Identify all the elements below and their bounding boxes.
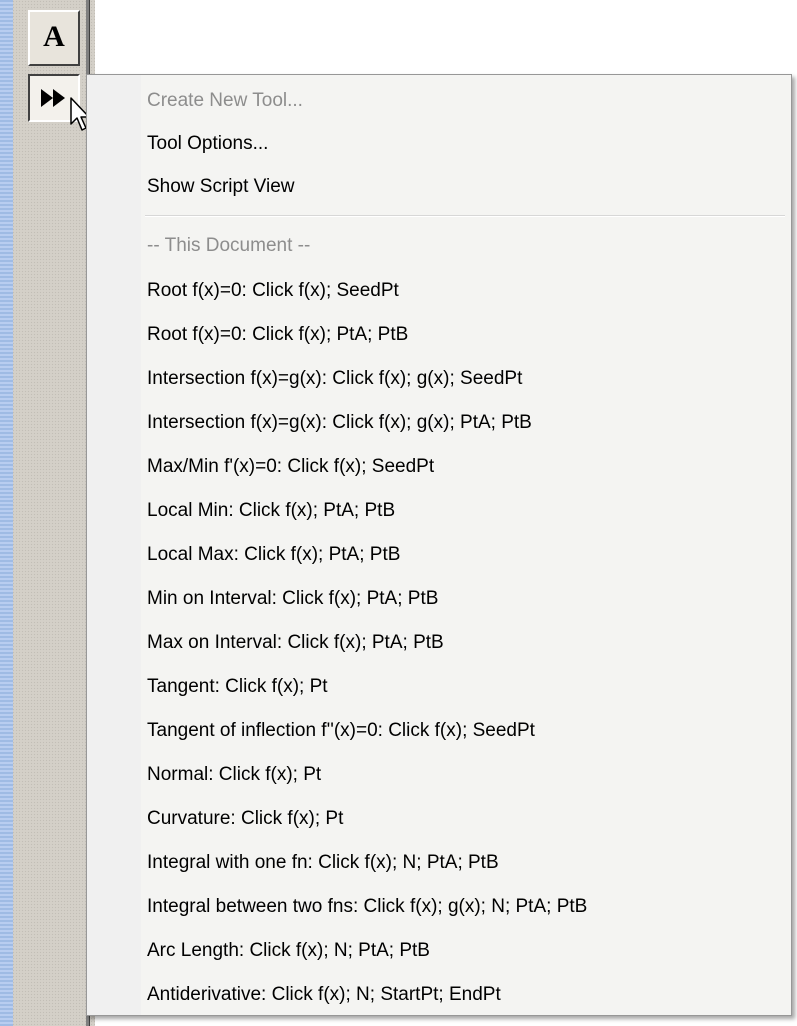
fast-forward-icon [41,89,65,107]
menu-item-tool[interactable]: Antiderivative: Click f(x); N; StartPt; … [147,977,501,1013]
menu-item-tool[interactable]: Intersection f(x)=g(x): Click f(x); g(x)… [147,361,522,397]
text-tool-button[interactable]: A [28,10,80,66]
menu-item-tool[interactable]: Max/Min f'(x)=0: Click f(x); SeedPt [147,449,434,485]
menu-item-tool[interactable]: Integral between two fns: Click f(x); g(… [147,889,587,925]
custom-tools-menu: Create New Tool... Tool Options... Show … [86,74,792,1016]
menu-item-tool[interactable]: Arc Length: Click f(x); N; PtA; PtB [147,933,430,969]
menu-item-show-script-view[interactable]: Show Script View [147,169,295,205]
menu-separator [145,215,785,217]
tools-toolbar: A [0,0,95,1026]
menu-item-tool[interactable]: Min on Interval: Click f(x); PtA; PtB [147,581,438,617]
menu-icon-gutter [87,75,141,1015]
menu-item-tool[interactable]: Local Min: Click f(x); PtA; PtB [147,493,395,529]
menu-item-tool[interactable]: Root f(x)=0: Click f(x); PtA; PtB [147,317,408,353]
menu-item-tool[interactable]: Intersection f(x)=g(x): Click f(x); g(x)… [147,405,532,441]
menu-item-tool-options[interactable]: Tool Options... [147,126,268,162]
menu-item-tool[interactable]: Curvature: Click f(x); Pt [147,801,343,837]
menu-item-tool[interactable]: Tangent of inflection f''(x)=0: Click f(… [147,713,535,749]
menu-item-tool[interactable]: Root f(x)=0: Click f(x); SeedPt [147,273,399,309]
menu-section-header: -- This Document -- [147,235,311,256]
menu-item-tool[interactable]: Max on Interval: Click f(x); PtA; PtB [147,625,444,661]
menu-item-create-new-tool[interactable]: Create New Tool... [147,83,303,119]
text-tool-label: A [43,20,65,53]
menu-item-tool[interactable]: Integral with one fn: Click f(x); N; PtA… [147,845,499,881]
menu-item-tool[interactable]: Local Max: Click f(x); PtA; PtB [147,537,400,573]
menu-item-tool[interactable]: Tangent: Click f(x); Pt [147,669,328,705]
menu-item-tool[interactable]: Normal: Click f(x); Pt [147,757,321,793]
window-edge-strip [0,0,13,1026]
